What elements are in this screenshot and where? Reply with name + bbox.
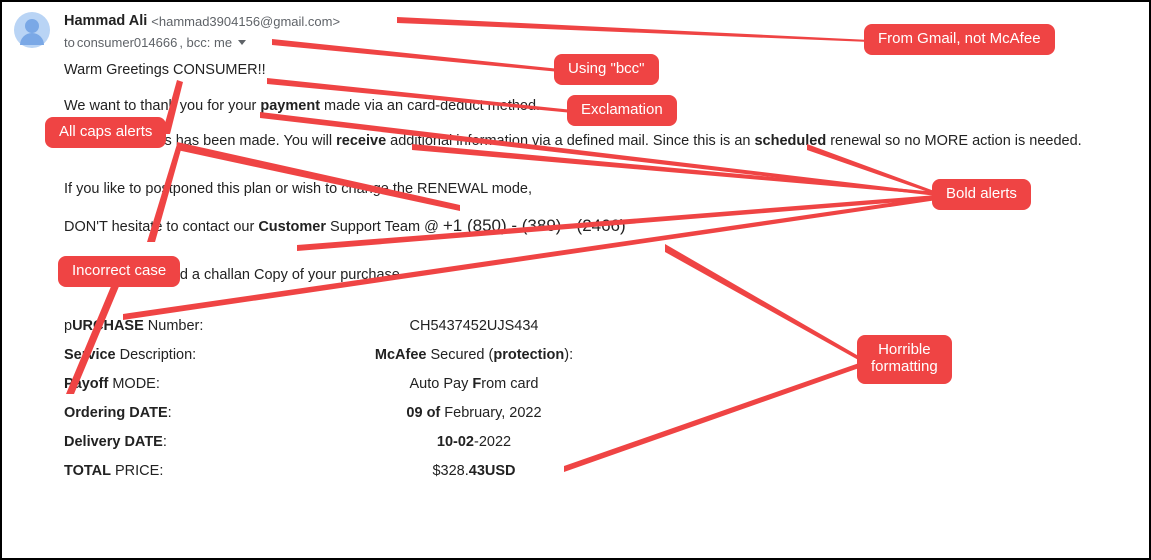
thank-bold: payment xyxy=(260,98,320,114)
ov-b: 09 of xyxy=(406,405,440,421)
purchase-value: CH5437452UJS434 xyxy=(324,312,624,341)
pol-b: Payoff xyxy=(64,376,108,392)
ov-post: February, 2022 xyxy=(440,405,541,421)
thank-post: made via an card-deduct method. xyxy=(320,98,540,114)
thank-pre: We want to thank you for your xyxy=(64,98,260,114)
annotation-bold: Bold alerts xyxy=(932,179,1031,210)
tv-b: 43USD xyxy=(469,463,516,479)
table-row: Ordering DATE: 09 of February, 2022 xyxy=(64,399,1137,428)
amount-bold1: receive xyxy=(336,133,386,149)
table-row: Service Description: McAfee Secured (pro… xyxy=(64,341,1137,370)
sv-post: ): xyxy=(564,347,573,363)
greeting-pre: Warm Greetings xyxy=(64,62,173,78)
amount-line: This AMOUNT is has been made. You will r… xyxy=(64,132,1137,152)
horrible-l1: Horrible xyxy=(878,341,931,358)
pol-post: MODE: xyxy=(108,376,160,392)
annotation-bcc: Using "bcc" xyxy=(554,54,659,85)
sv-b2: protection xyxy=(493,347,564,363)
dv-post: -2022 xyxy=(474,434,511,450)
to-bcc: , bcc: me xyxy=(179,34,232,52)
pl-pre: p xyxy=(64,318,72,334)
from-name: Hammad Ali xyxy=(64,12,147,32)
dl-post: : xyxy=(163,434,167,450)
table-row: Delivery DATE: 10-02-2022 xyxy=(64,428,1137,457)
contact-line: DON'T hesitate to contact our Customer S… xyxy=(64,215,1137,238)
pov-post: rom card xyxy=(481,376,538,392)
annotation-exclamation: Exclamation xyxy=(567,95,677,126)
sl-bold: Service xyxy=(64,347,116,363)
tl-post: PRICE: xyxy=(111,463,163,479)
amount-post: renewal so no MORE action is needed. xyxy=(826,133,1082,149)
to-recipient: consumer014666 xyxy=(77,34,177,52)
annotation-horrible: Horrible formatting xyxy=(857,335,952,384)
horrible-l2: formatting xyxy=(871,358,938,375)
to-line[interactable]: to consumer014666, bcc: me xyxy=(64,34,340,52)
annotation-incorrect: Incorrect case xyxy=(58,256,180,287)
chevron-down-icon[interactable] xyxy=(238,40,246,45)
contact-post: Support Team @ xyxy=(326,219,443,235)
contact-bold: Customer xyxy=(258,219,326,235)
ol-post: : xyxy=(168,405,172,421)
avatar xyxy=(14,12,50,48)
challan-post: ed a challan Copy of your purchase xyxy=(172,267,400,283)
amount-bold2: scheduled xyxy=(754,133,826,149)
annotation-allcaps: All caps alerts xyxy=(45,117,166,148)
table-row: pURCHASE Number: CH5437452UJS434 xyxy=(64,312,1137,341)
sv-mid: Secured ( xyxy=(426,347,493,363)
to-prefix: to xyxy=(64,34,75,52)
table-row: TOTAL PRICE: $328.43USD xyxy=(64,457,1137,486)
amount-mid: additional information via a defined mai… xyxy=(386,133,754,149)
pl-bold: URCHASE xyxy=(72,318,144,334)
pov-b: F xyxy=(472,376,481,392)
annotation-gmail: From Gmail, not McAfee xyxy=(864,24,1055,55)
challan-line: We have delivered a challan Copy of your… xyxy=(64,266,1137,286)
from-email: <hammad3904156@gmail.com> xyxy=(151,13,340,31)
ol-b: Ordering DATE xyxy=(64,405,168,421)
tl-b: TOTAL xyxy=(64,463,111,479)
pl-post: Number: xyxy=(144,318,204,334)
dv-b: 10-02 xyxy=(437,434,474,450)
pov-pre: Auto Pay xyxy=(410,376,473,392)
dl-b: Delivery DATE xyxy=(64,434,163,450)
greeting-consumer: CONSUMER xyxy=(173,62,258,78)
sl-post: Description: xyxy=(116,347,197,363)
phone-number: +1 (850) - (389) - (2466) xyxy=(443,216,626,235)
sv-b1: McAfee xyxy=(375,347,427,363)
purchase-table: pURCHASE Number: CH5437452UJS434 Service… xyxy=(64,312,1137,486)
table-row: Payoff MODE: Auto Pay From card xyxy=(64,370,1137,399)
tv-pre: $328. xyxy=(432,463,468,479)
greeting-excl: !! xyxy=(258,62,266,78)
contact-pre: DON'T hesitate to contact our xyxy=(64,219,258,235)
